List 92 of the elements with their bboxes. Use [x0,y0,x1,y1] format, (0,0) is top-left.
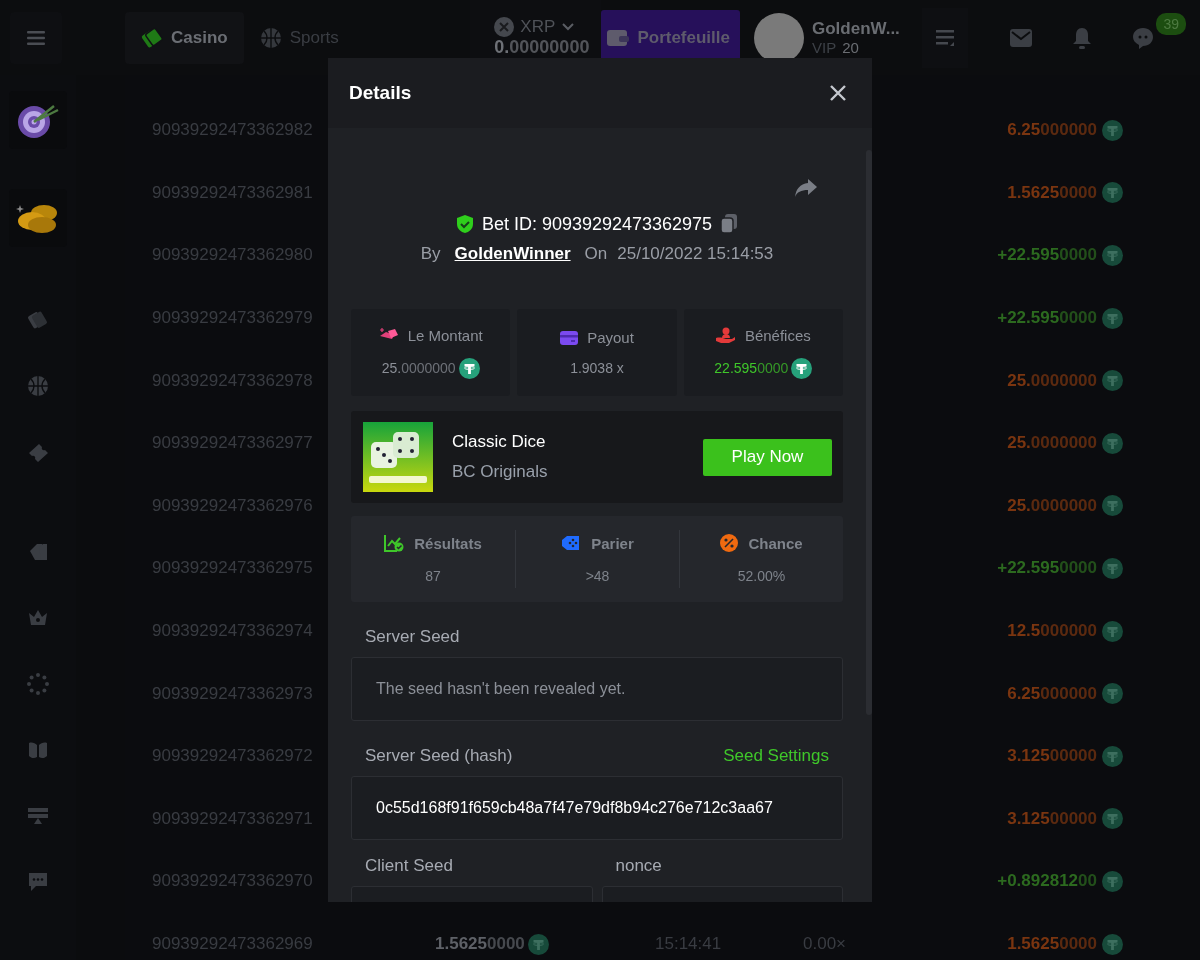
bet-amount: 1.56250000 [435,934,525,954]
ticket-icon[interactable] [27,441,49,463]
detail-label: Résultats [414,534,482,552]
on-label: On [584,244,608,264]
field-label: Client Seed [365,856,453,876]
profit-amount: 3.12500000 [1007,746,1097,767]
field-label: Server Seed (hash) [365,746,513,766]
stat-value: 25.0000000 [381,360,456,376]
list-icon [936,29,954,46]
tether-coin-icon [1102,432,1123,454]
verified-shield-icon [455,214,474,234]
profit-amount: 25.0000000 [1007,495,1097,516]
vip-label: VIP [812,39,837,56]
tether-coin-icon [1102,370,1123,392]
profit-amount: 1.56250000 [1007,182,1097,203]
dice-drawing [363,422,433,492]
tether-coin-icon [1102,307,1123,329]
field-label: nonce [615,856,662,876]
currency-code[interactable]: XRP [520,17,556,37]
balance: 0.00000000 [494,37,590,58]
tether-coin-icon [1102,620,1123,642]
tether-coin-icon [1102,182,1123,204]
scrollbar[interactable] [866,150,872,715]
server-seed-field: The seed hasn't been revealed yet. [351,657,843,721]
percent-icon [720,534,739,552]
bet-id-text: Bet ID: 90939292473362975 [481,213,713,235]
tether-coin-icon [1102,933,1123,955]
username[interactable]: GoldenW... [812,19,922,39]
tether-coin-icon [1102,119,1123,141]
basketball-icon [259,26,282,49]
profit-amount: +22.5950000 [997,558,1097,579]
close-icon [828,83,848,103]
field-label: Server Seed [365,627,460,647]
tag-icon [561,535,582,551]
tether-coin-icon [1102,683,1123,705]
profit-amount: 3.12500000 [1007,808,1097,829]
vip-level: 20 [842,39,859,56]
profit-amount: 12.5000000 [1007,621,1097,642]
tether-coin-icon [1102,245,1123,266]
stat-label: Payout [587,329,634,346]
tether-coin-icon [527,933,549,955]
dialog-title: Details [349,82,412,104]
share-icon[interactable] [794,178,818,198]
server-seed-hash-field: 0c55d168f91f659cb48a7f47e79df8b94c276e712c3aa67 [351,776,843,840]
game-name: Classic Dice [452,432,547,452]
stat-label: Bénéfices [744,326,811,344]
wallet-icon [607,28,630,47]
seed-settings-link[interactable]: Seed Settings [723,746,829,766]
stat-value: 1.9038 x [570,360,624,376]
profit-amount: 6.25000000 [1007,683,1097,704]
chat-bubble-icon[interactable] [27,871,49,893]
profit-amount: +0.89281200 [997,871,1097,892]
envelope-icon [1010,28,1032,47]
person-in-hand-icon [715,327,736,343]
nav-tab[interactable]: Casino [125,11,244,64]
by-label: By [420,244,441,264]
tags-icon[interactable] [27,541,49,563]
monitor-icon[interactable] [27,805,49,827]
menu-icon [27,30,45,45]
dotted-circle-icon[interactable] [27,673,49,695]
card-icon [560,330,579,345]
tether-coin-icon [1102,808,1123,830]
detail-value: 87 [425,568,441,584]
game-provider: BC Originals [452,462,549,482]
detail-label: Chance [748,534,803,552]
tether-coin-icon [1102,745,1123,767]
chart-check-icon [384,534,405,552]
profit-amount: +22.5950000 [997,245,1097,266]
tether-coin-icon [1102,870,1123,892]
profit-amount: 25.0000000 [1007,370,1097,391]
stat-value: 22.5950000 [714,360,789,376]
tether-coin-icon [1102,557,1123,579]
chat-bubble-icon [1132,26,1154,49]
profit-amount: 25.0000000 [1007,433,1097,454]
stat-label: Le Montant [407,326,483,344]
basketball-icon[interactable] [27,375,49,397]
profit-amount: 6.25000000 [1007,120,1097,141]
bell-icon [1072,26,1092,49]
detail-value: >48 [585,567,610,584]
copy-icon[interactable] [720,214,739,234]
bet-date: 25/10/2022 15:14:53 [617,244,774,264]
detail-value: 52.00% [737,568,786,584]
chevron-down-icon[interactable] [561,22,576,32]
profit-amount: +22.5950000 [997,308,1097,329]
player-link[interactable]: GoldenWinner [454,244,571,264]
cards-icon[interactable] [27,309,49,331]
profit-amount: 1.56250000 [1007,934,1097,954]
close-button[interactable] [828,83,848,103]
detail-label: Parier [591,534,634,552]
play-now-button[interactable]: Play Now [703,438,832,476]
xrp-coin-icon [494,17,515,37]
tether-coin-icon [1102,495,1123,517]
